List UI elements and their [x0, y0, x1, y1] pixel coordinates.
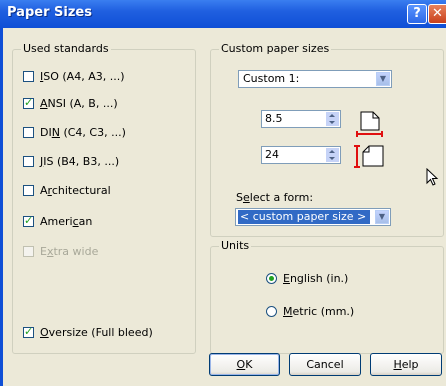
metric-radio[interactable]: Metric (mm.) — [266, 303, 354, 319]
select-form-value: < custom paper size > — [238, 210, 370, 224]
units-title: Units — [219, 239, 252, 252]
paper-width-icon — [356, 111, 383, 137]
iso-checkbox-box[interactable] — [23, 70, 34, 82]
title-close-button[interactable]: ✕ — [428, 4, 446, 24]
custom-size-dropdown[interactable]: Custom 1: ▼ — [238, 70, 392, 88]
ansi-checkbox[interactable]: ANSI (A, B, ...) — [23, 95, 118, 111]
jis-checkbox-box[interactable] — [23, 155, 34, 167]
width-spin-buttons[interactable] — [326, 112, 339, 126]
height-spin-buttons[interactable] — [326, 148, 339, 162]
chevron-down-icon[interactable]: ▼ — [375, 210, 389, 224]
mouse-pointer-icon — [426, 168, 439, 186]
units-group: Units English (in.) Metric (mm.) — [210, 239, 444, 354]
din-checkbox-box[interactable] — [23, 126, 34, 138]
title-help-button[interactable]: ? — [407, 4, 427, 24]
iso-checkbox[interactable]: ISO (A4, A3, ...) — [23, 68, 125, 84]
ansi-checkbox-box[interactable] — [23, 96, 34, 109]
height-value: 24 — [265, 148, 279, 161]
chevron-down-icon[interactable]: ▼ — [376, 72, 390, 86]
custom-size-value: Custom 1: — [243, 72, 300, 85]
used-standards-title: Used standards — [21, 42, 111, 55]
jis-label: JIS (B4, B3, ...) — [40, 154, 120, 168]
window-title: Paper Sizes — [7, 5, 92, 20]
width-value: 8.5 — [265, 112, 283, 125]
width-spinner[interactable]: 8.5 — [261, 110, 341, 128]
dialog-body: Used standards ISO (A4, A3, ...) ANSI (A… — [0, 28, 446, 386]
english-radio-button[interactable] — [266, 272, 277, 284]
oversize-label: Oversize (Full bleed) — [40, 325, 153, 339]
title-bar[interactable]: Paper Sizes ? ✕ — [0, 0, 446, 28]
architectural-checkbox-box[interactable] — [23, 184, 34, 196]
extra-wide-checkbox[interactable]: Extra wide — [23, 243, 98, 259]
english-radio[interactable]: English (in.) — [266, 270, 348, 286]
custom-paper-sizes-title: Custom paper sizes — [219, 42, 332, 55]
height-spinner[interactable]: 24 — [261, 146, 341, 164]
ansi-label: ANSI (A, B, ...) — [40, 96, 118, 110]
extra-wide-label: Extra wide — [40, 244, 99, 258]
american-checkbox[interactable]: American — [23, 213, 92, 229]
cancel-button[interactable]: Cancel — [289, 353, 361, 376]
din-checkbox[interactable]: DIN (C4, C3, ...) — [23, 124, 126, 140]
used-standards-group: Used standards ISO (A4, A3, ...) ANSI (A… — [12, 42, 196, 354]
select-form-dropdown[interactable]: < custom paper size > ▼ — [235, 208, 391, 226]
architectural-checkbox[interactable]: Architectural — [23, 182, 111, 198]
paper-sizes-dialog: Paper Sizes ? ✕ Used standards ISO (A4, … — [0, 0, 446, 386]
english-label: English (in.) — [283, 271, 349, 285]
help-button[interactable]: Help — [370, 353, 442, 376]
custom-paper-sizes-group: Custom paper sizes Custom 1: ▼ 8.5 24 Se… — [210, 42, 444, 237]
extra-wide-checkbox-box[interactable] — [23, 245, 34, 257]
oversize-checkbox-box[interactable] — [23, 325, 34, 338]
din-label: DIN (C4, C3, ...) — [40, 125, 126, 139]
metric-radio-button[interactable] — [266, 305, 277, 317]
iso-label: ISO (A4, A3, ...) — [40, 69, 125, 83]
american-checkbox-box[interactable] — [23, 214, 34, 227]
oversize-checkbox[interactable]: Oversize (Full bleed) — [23, 324, 153, 340]
american-label: American — [40, 214, 93, 228]
paper-height-icon — [354, 145, 384, 168]
architectural-label: Architectural — [40, 183, 111, 197]
ok-button[interactable]: OK — [209, 353, 280, 376]
jis-checkbox[interactable]: JIS (B4, B3, ...) — [23, 153, 119, 169]
select-form-label: Select a form: — [236, 191, 314, 204]
metric-label: Metric (mm.) — [283, 304, 355, 318]
